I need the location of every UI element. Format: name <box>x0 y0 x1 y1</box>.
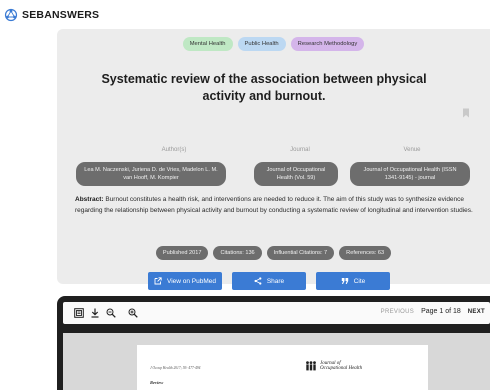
journal-logo: Journal of Occupational Health <box>305 361 362 371</box>
influential-citations-badge: Influential Citations: 7 <box>266 246 335 260</box>
share-icon <box>254 277 262 285</box>
previous-page-button[interactable]: PREVIOUS <box>381 309 414 315</box>
references-badge: References: 63 <box>339 246 392 260</box>
share-button[interactable]: Share <box>232 272 306 290</box>
journal-logo-text: Journal of Occupational Health <box>320 361 362 371</box>
topic-tags: Mental Health Public Health Research Met… <box>57 37 490 51</box>
brand[interactable]: SEBANSWERS <box>4 8 99 22</box>
zoom-in-icon[interactable] <box>128 308 138 318</box>
brand-name: SEBANSWERS <box>22 9 100 21</box>
pagination: PREVIOUS Page 1 of 18 NEXT <box>381 308 485 315</box>
authors-value: Lea M. Naczenski, Juriena D. de Vries, M… <box>76 162 226 186</box>
citations-badge: Citations: 136 <box>213 246 262 260</box>
abstract-label: Abstract: <box>75 196 104 203</box>
pdf-toolbar: PREVIOUS Page 1 of 18 NEXT <box>63 302 490 324</box>
view-on-pubmed-button[interactable]: View on PubMed <box>148 272 222 290</box>
venue-value: Journal of Occupational Health (ISSN 134… <box>350 162 470 186</box>
journal-value: Journal of Occupational Health (Vol. 59) <box>254 162 338 186</box>
abstract: Abstract: Burnout constitutes a health r… <box>75 195 480 216</box>
cite-label: Cite <box>353 277 366 285</box>
published-badge: Published 2017 <box>155 246 209 260</box>
paper-stats: Published 2017 Citations: 136 Influentia… <box>57 246 490 260</box>
abstract-text: Burnout constitutes a health risk, and i… <box>75 196 473 214</box>
paper-title: Systematic review of the association bet… <box>101 72 427 103</box>
quote-icon <box>341 278 348 284</box>
journal-figures-icon <box>306 361 316 371</box>
tag-mental-health[interactable]: Mental Health <box>182 37 233 51</box>
pdf-citation: J Occup Health 2017; 59: 477-494 <box>150 366 201 370</box>
pdf-section-label: Review <box>150 380 164 385</box>
share-label: Share <box>266 277 285 285</box>
journal-logo-line2: Occupational Health <box>320 366 363 371</box>
paper-actions: View on PubMed Share Cite <box>148 272 390 290</box>
pdf-page: J Occup Health 2017; 59: 477-494 Review … <box>137 345 428 390</box>
sidebar-toggle-icon[interactable] <box>74 308 84 318</box>
network-logo-icon <box>4 8 18 22</box>
paper-card: Mental Health Public Health Research Met… <box>57 29 490 290</box>
view-on-pubmed-label: View on PubMed <box>166 277 217 285</box>
bookmark-icon[interactable] <box>462 108 470 118</box>
page-indicator: Page 1 of 18 <box>421 308 461 315</box>
journal-heading: Journal <box>290 147 310 153</box>
pdf-canvas-area[interactable]: J Occup Health 2017; 59: 477-494 Review … <box>63 333 490 390</box>
zoom-out-icon[interactable] <box>106 308 116 318</box>
venue-heading: Venue <box>403 147 421 153</box>
tag-research-methodology[interactable]: Research Methodology <box>290 37 365 51</box>
next-page-button[interactable]: NEXT <box>468 309 485 315</box>
download-icon[interactable] <box>90 308 100 318</box>
pdf-viewer: PREVIOUS Page 1 of 18 NEXT J Occup Healt… <box>57 296 490 390</box>
authors-heading: Author(s) <box>161 147 187 153</box>
external-link-icon <box>154 277 162 285</box>
cite-button[interactable]: Cite <box>316 272 390 290</box>
tag-public-health[interactable]: Public Health <box>237 37 286 51</box>
